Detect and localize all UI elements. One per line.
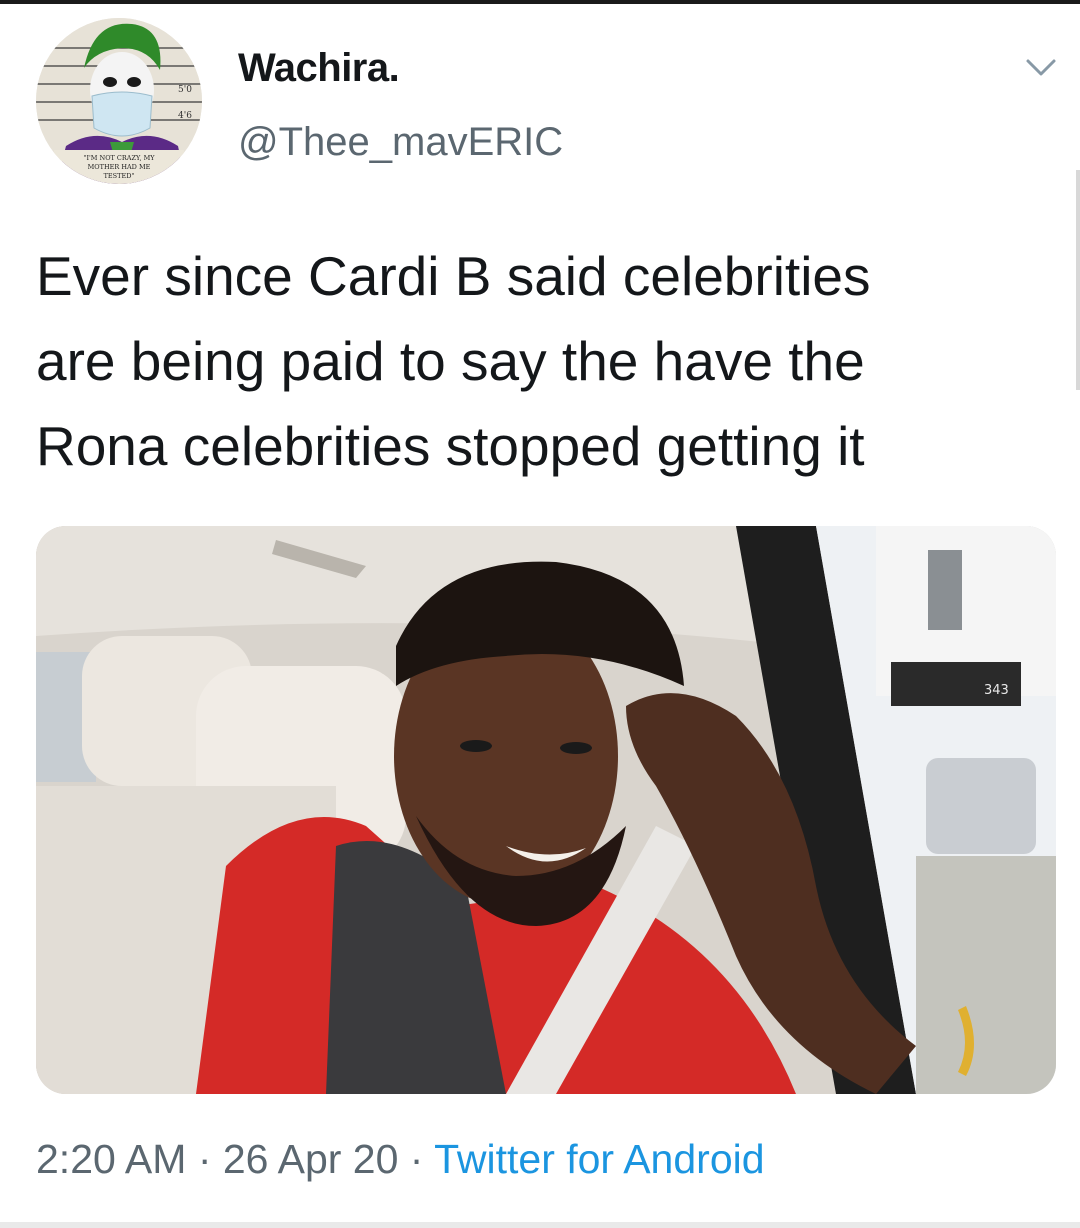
sign-text: 343 (984, 683, 1009, 698)
top-divider (0, 0, 1080, 4)
tweet-media[interactable]: 343 (36, 526, 1056, 1094)
svg-text:MOTHER HAD ME: MOTHER HAD ME (88, 163, 151, 171)
tweet-time[interactable]: 2:20 AM (36, 1136, 186, 1182)
tweet-text-line: Ever since Cardi B said celebrities (36, 245, 871, 307)
scrollbar[interactable] (1076, 170, 1080, 390)
svg-text:"I'M NOT CRAZY, MY: "I'M NOT CRAZY, MY (83, 154, 155, 162)
tweet-source-link[interactable]: Twitter for Android (434, 1136, 764, 1182)
svg-text:TESTED": TESTED" (104, 172, 135, 180)
tweet-meta: 2:20 AM · 26 Apr 20 · Twitter for Androi… (36, 1136, 765, 1183)
svg-text:5'0: 5'0 (178, 85, 192, 95)
avatar-image: 5'0 4'6 "I'M NOT CRAZY, MY MOTHER HAD ME… (36, 18, 202, 184)
tweet-date[interactable]: 26 Apr 20 (223, 1136, 399, 1182)
meta-separator: · (186, 1136, 223, 1182)
tweet-text: Ever since Cardi B said celebrities are … (36, 234, 1066, 489)
meta-separator: · (398, 1136, 435, 1182)
media-photo: 343 (36, 526, 1056, 1094)
tweet-text-line: Rona celebrities stopped getting it (36, 415, 865, 477)
chevron-down-icon[interactable] (1024, 52, 1058, 82)
bottom-divider (0, 1222, 1080, 1228)
author-handle[interactable]: @Thee_mavERIC (238, 120, 563, 165)
svg-text:4'6: 4'6 (178, 111, 192, 121)
tweet-text-line: are being paid to say the have the (36, 330, 865, 392)
avatar[interactable]: 5'0 4'6 "I'M NOT CRAZY, MY MOTHER HAD ME… (36, 18, 202, 184)
author-display-name[interactable]: Wachira. (238, 46, 400, 91)
